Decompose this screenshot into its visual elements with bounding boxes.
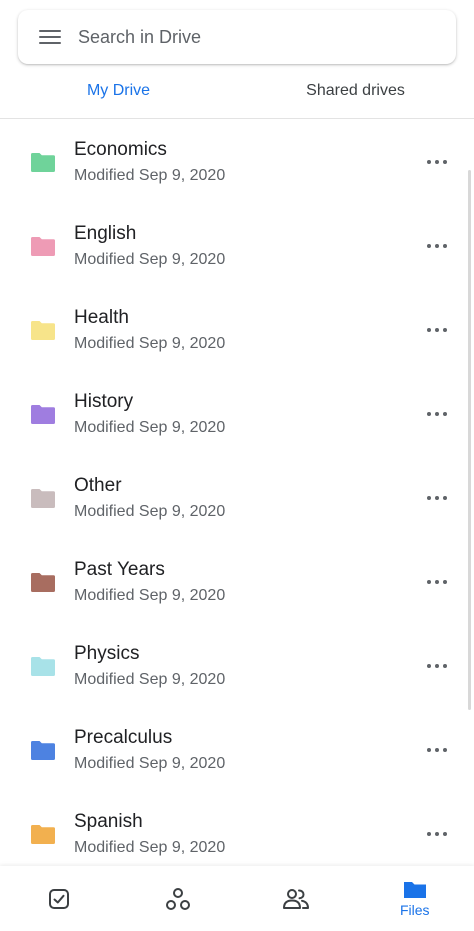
folder-modified: Modified Sep 9, 2020 (74, 250, 226, 268)
folder-text: Spanish Modified Sep 9, 2020 (74, 810, 225, 859)
folder-modified: Modified Sep 9, 2020 (74, 334, 226, 352)
list-item[interactable]: History Modified Sep 9, 2020 (0, 372, 474, 456)
nav-item-workspaces[interactable] (119, 866, 238, 931)
more-options-icon[interactable] (427, 830, 447, 838)
folder-modified: Modified Sep 9, 2020 (74, 670, 226, 688)
tab-my-drive[interactable]: My Drive (0, 64, 237, 118)
folder-text: Other Modified Sep 9, 2020 (74, 474, 225, 523)
more-options-icon[interactable] (427, 326, 447, 334)
folder-text: Precalculus Modified Sep 9, 2020 (74, 726, 225, 775)
folder-icon (31, 488, 55, 508)
drive-app: Search in Drive My Drive Shared drives E… (0, 0, 474, 931)
folder-name: Spanish (74, 810, 143, 832)
list-item[interactable]: Physics Modified Sep 9, 2020 (0, 624, 474, 708)
folder-modified: Modified Sep 9, 2020 (74, 418, 226, 436)
drive-tabs: My Drive Shared drives (0, 64, 474, 119)
more-options-icon[interactable] (427, 746, 447, 754)
people-icon (283, 888, 310, 909)
list-item[interactable]: Precalculus Modified Sep 9, 2020 (0, 708, 474, 792)
nav-label-files: Files (399, 901, 430, 918)
folder-icon (31, 824, 55, 844)
folder-icon (31, 236, 55, 256)
folder-name: Past Years (74, 558, 165, 580)
folder-icon (31, 152, 55, 172)
folder-modified: Modified Sep 9, 2020 (74, 502, 226, 520)
folder-modified: Modified Sep 9, 2020 (74, 586, 226, 604)
more-options-icon[interactable] (427, 662, 447, 670)
more-options-icon[interactable] (427, 494, 447, 502)
folder-name: Health (74, 306, 129, 328)
list-item[interactable]: Spanish Modified Sep 9, 2020 (0, 792, 474, 866)
tab-shared-drives[interactable]: Shared drives (237, 64, 474, 118)
folder-name: Precalculus (74, 726, 173, 748)
folder-text: English Modified Sep 9, 2020 (74, 222, 225, 271)
folder-name: Economics (74, 138, 167, 160)
list-item[interactable]: Past Years Modified Sep 9, 2020 (0, 540, 474, 624)
folder-name: History (74, 390, 134, 412)
folder-icon (31, 320, 55, 340)
folder-name: Physics (74, 642, 140, 664)
folder-icon (403, 881, 426, 898)
nav-item-shared[interactable] (237, 866, 356, 931)
folder-modified: Modified Sep 9, 2020 (74, 166, 226, 184)
folder-text: Physics Modified Sep 9, 2020 (74, 642, 225, 691)
folder-icon (31, 404, 55, 424)
list-item[interactable]: Economics Modified Sep 9, 2020 (0, 120, 474, 204)
more-options-icon[interactable] (427, 158, 447, 166)
more-options-icon[interactable] (427, 578, 447, 586)
nav-item-priority[interactable] (0, 866, 119, 931)
folder-text: History Modified Sep 9, 2020 (74, 390, 225, 439)
folder-icon (31, 656, 55, 676)
workspaces-icon (165, 887, 190, 910)
folder-modified: Modified Sep 9, 2020 (74, 838, 226, 856)
folder-text: Economics Modified Sep 9, 2020 (74, 138, 225, 187)
scrollbar[interactable] (468, 170, 471, 710)
folder-icon (31, 572, 55, 592)
bottom-nav: Files (0, 866, 474, 931)
folder-name: Other (74, 474, 122, 496)
search-bar[interactable]: Search in Drive (18, 10, 456, 64)
folder-text: Health Modified Sep 9, 2020 (74, 306, 225, 355)
folder-text: Past Years Modified Sep 9, 2020 (74, 558, 225, 607)
search-input[interactable]: Search in Drive (78, 27, 201, 48)
list-item[interactable]: English Modified Sep 9, 2020 (0, 204, 474, 288)
folder-icon (31, 740, 55, 760)
folder-name: English (74, 222, 137, 244)
checkbox-icon (49, 888, 70, 909)
more-options-icon[interactable] (427, 242, 447, 250)
folder-list: Economics Modified Sep 9, 2020 English Modi… (0, 120, 474, 866)
nav-item-files[interactable]: Files (356, 866, 474, 931)
list-item[interactable]: Health Modified Sep 9, 2020 (0, 288, 474, 372)
list-item[interactable]: Other Modified Sep 9, 2020 (0, 456, 474, 540)
folder-modified: Modified Sep 9, 2020 (74, 754, 226, 772)
more-options-icon[interactable] (427, 410, 447, 418)
hamburger-menu-icon[interactable] (39, 28, 63, 46)
